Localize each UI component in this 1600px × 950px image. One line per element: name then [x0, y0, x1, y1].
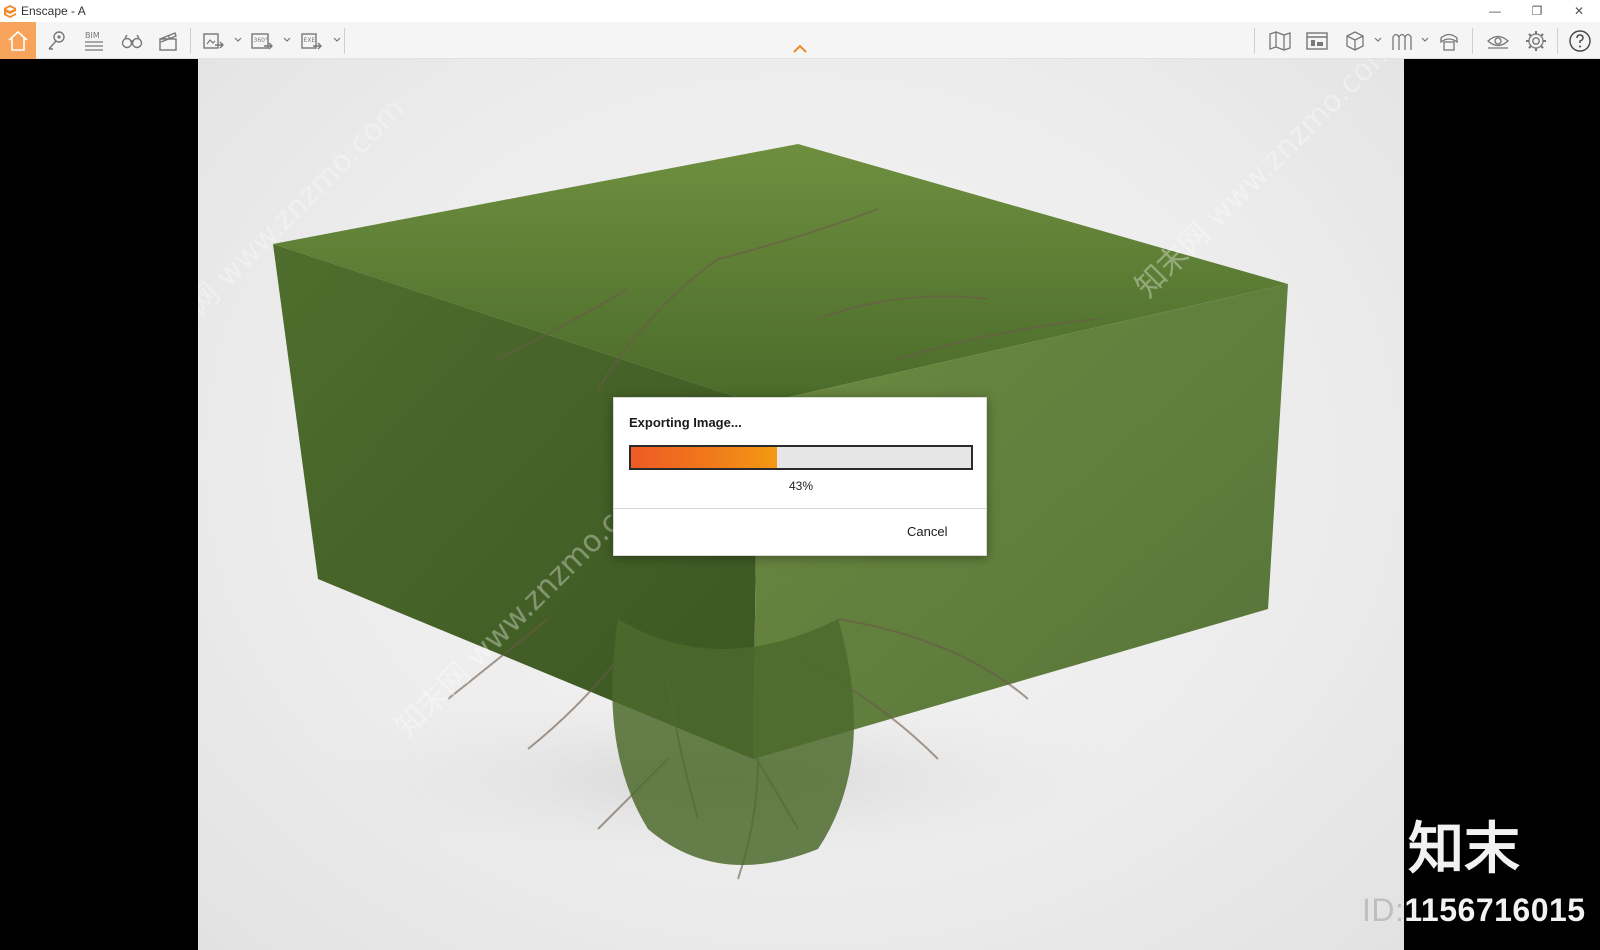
settings-icon — [1526, 30, 1546, 51]
image-id-watermark: ID:1156716015 — [1362, 892, 1586, 929]
chevron-down-icon[interactable] — [283, 35, 291, 45]
visibility-button[interactable] — [1480, 22, 1516, 59]
svg-text:EXE: EXE — [304, 37, 316, 44]
svg-text:知末: 知末 — [1408, 817, 1520, 878]
exe-export-button[interactable]: EXE — [293, 22, 329, 59]
toolbar-separator — [344, 28, 345, 54]
toolbar-separator — [1254, 28, 1255, 54]
chevron-down-icon[interactable] — [1421, 35, 1429, 45]
uploads-icon — [1440, 33, 1458, 51]
views-button[interactable] — [38, 22, 74, 59]
restore-button[interactable]: ❐ — [1516, 0, 1558, 22]
progress-bar-fill — [631, 447, 778, 468]
znzmo-watermark-logo: 知末 — [1408, 817, 1520, 878]
visual-presets-button[interactable] — [1337, 22, 1373, 59]
map-button[interactable] — [1262, 22, 1298, 59]
enscape-logo-icon — [4, 5, 16, 18]
asset-library-icon — [1306, 31, 1328, 50]
material-editor-button[interactable] — [1384, 22, 1420, 59]
bim-icon: BIM — [85, 31, 103, 51]
chevron-down-icon[interactable] — [333, 35, 341, 45]
image-id-value: 1156716015 — [1404, 892, 1586, 928]
home-button[interactable] — [0, 22, 36, 59]
toolbar-separator — [1557, 28, 1558, 54]
video-editor-button[interactable] — [150, 22, 186, 59]
views-icon — [48, 30, 65, 50]
uploads-button[interactable] — [1431, 22, 1467, 59]
screenshot-export-icon — [203, 32, 224, 49]
chevron-down-icon[interactable] — [1374, 35, 1382, 45]
screenshot-export-button[interactable] — [195, 22, 231, 59]
binoculars-icon — [121, 34, 143, 48]
close-button[interactable]: ✕ — [1558, 0, 1600, 22]
dialog-divider — [614, 508, 986, 509]
chevron-down-icon[interactable] — [234, 35, 242, 45]
settings-button[interactable] — [1518, 22, 1554, 59]
binoculars-button[interactable] — [114, 22, 150, 59]
cancel-button[interactable]: Cancel — [907, 524, 947, 539]
panorama-360-export-icon: 360° — [251, 32, 273, 49]
clapperboard-icon — [159, 31, 177, 51]
image-id-label: ID: — [1362, 892, 1405, 928]
exe-export-icon: EXE — [301, 32, 322, 49]
window-controls: — ❐ ✕ — [1474, 0, 1600, 22]
window-title: Enscape - A — [21, 4, 86, 18]
collapse-toolbar-chevron-icon[interactable] — [792, 44, 808, 54]
map-icon — [1269, 30, 1291, 51]
progress-percent-text: 43% — [788, 479, 814, 493]
help-icon — [1569, 29, 1591, 52]
toolbar-separator — [190, 28, 191, 54]
visual-presets-icon — [1346, 30, 1364, 51]
material-editor-icon — [1392, 33, 1412, 50]
panorama-export-button[interactable]: 360° — [244, 22, 280, 59]
bim-button[interactable]: BIM — [76, 22, 112, 59]
eye-visibility-icon — [1487, 35, 1509, 49]
asset-library-button[interactable] — [1299, 22, 1335, 59]
toolbar-separator — [1472, 28, 1473, 54]
export-progress-bar — [629, 445, 973, 470]
help-button[interactable] — [1562, 22, 1598, 59]
home-icon — [8, 30, 28, 51]
dialog-title: Exporting Image... — [629, 415, 742, 430]
minimize-button[interactable]: — — [1474, 0, 1516, 22]
svg-text:知末网 www.znzmo.com: 知末网 www.znzmo.com — [1129, 59, 1402, 305]
svg-text:BIM: BIM — [85, 31, 100, 40]
export-progress-dialog: Exporting Image... 43% Cancel — [613, 397, 987, 556]
svg-text:360°: 360° — [254, 37, 268, 44]
window-titlebar: Enscape - A — ❐ ✕ — [0, 0, 1600, 22]
